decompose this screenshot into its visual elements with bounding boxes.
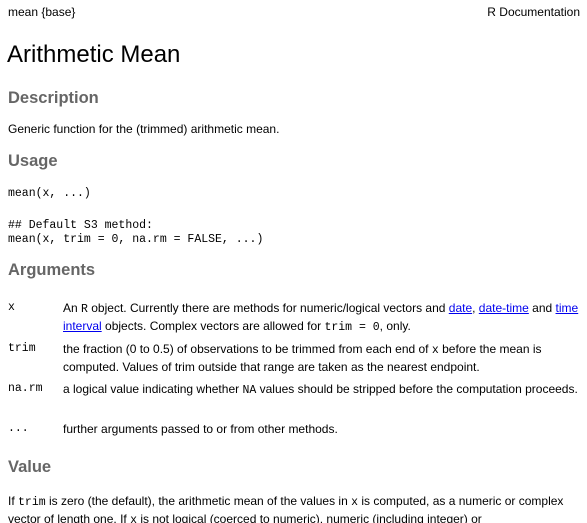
text: is not logical (coerced to numeric), num… — [136, 512, 482, 523]
help-page: mean {base} R Documentation Arithmetic M… — [0, 0, 587, 523]
page-title: Arithmetic Mean — [7, 41, 181, 68]
text: , only. — [379, 319, 411, 333]
argument-description: a logical value indicating whether NA va… — [63, 381, 580, 399]
code-text: R — [81, 303, 88, 316]
section-heading-usage: Usage — [8, 152, 58, 170]
page-header: mean {base} R Documentation — [8, 4, 580, 20]
text: If — [8, 494, 19, 508]
argument-description: An R object. Currently there are methods… — [63, 300, 580, 336]
code-text: x — [351, 496, 359, 509]
text: object. Currently there are methods for … — [87, 301, 449, 315]
argument-description: the fraction (0 to 0.5) of observations … — [63, 341, 580, 375]
code-text: NA — [242, 384, 257, 397]
documentation-label: R Documentation — [487, 5, 580, 19]
text: An — [63, 301, 82, 315]
code-text: x — [431, 344, 439, 357]
code-text: x — [130, 514, 137, 523]
usage-code-line: mean(x, ...) — [8, 187, 91, 200]
value-text: If trim is zero (the default), the arith… — [8, 493, 580, 523]
code-text: trim = 0 — [324, 321, 380, 334]
argument-name: trim — [8, 342, 36, 355]
code-text: trim — [18, 496, 46, 509]
text: a logical value indicating whether — [63, 382, 243, 396]
text: and — [528, 301, 556, 315]
section-heading-value: Value — [8, 458, 52, 476]
usage-code-line: mean(x, trim = 0, na.rm = FALSE, ...) — [8, 233, 264, 246]
text: values should be stripped before the com… — [256, 382, 578, 396]
usage-code-comment: ## Default S3 method: — [8, 219, 153, 232]
text: , — [472, 301, 479, 315]
section-heading-description: Description — [8, 89, 99, 107]
argument-description: further arguments passed to or from othe… — [63, 422, 338, 436]
section-heading-arguments: Arguments — [8, 261, 96, 279]
description-text: Generic function for the (trimmed) arith… — [8, 122, 280, 136]
text: objects. Complex vectors are allowed for — [101, 319, 325, 333]
topic-label: mean {base} — [8, 5, 76, 19]
argument-name: ... — [8, 422, 29, 435]
date-link[interactable]: date — [449, 301, 472, 315]
argument-name: na.rm — [8, 382, 43, 395]
text: is zero (the default), the arithmetic me… — [45, 494, 352, 508]
date-time-link[interactable]: date-time — [479, 301, 529, 315]
text: the fraction (0 to 0.5) of observations … — [63, 342, 432, 356]
argument-name: x — [8, 301, 15, 314]
